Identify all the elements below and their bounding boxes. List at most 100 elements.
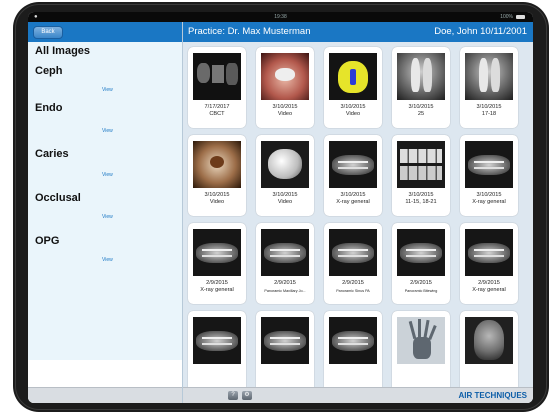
image-thumbnail xyxy=(261,53,309,100)
image-caption: Video xyxy=(345,111,361,117)
patient-info: Doe, John 10/11/2001 xyxy=(434,26,527,37)
status-time: 19:38 xyxy=(274,14,287,20)
category-endo[interactable]: Endo xyxy=(35,102,63,114)
image-thumbnail xyxy=(397,53,445,100)
image-caption: 11-15, 18-21 xyxy=(405,199,437,205)
image-caption: 17-18 xyxy=(481,111,497,117)
image-grid: 7/17/2017 CBCT 3/10/2015 Video 3/10/2015 Vide… xyxy=(183,42,533,388)
image-caption: X-ray general xyxy=(200,287,234,293)
image-date: 2/9/2015 xyxy=(478,280,500,286)
image-date: 3/10/2015 xyxy=(204,192,230,198)
image-tile[interactable]: 7/17/2017 CBCT xyxy=(188,47,246,128)
image-thumbnail xyxy=(193,229,241,276)
all-images-item[interactable]: All Images xyxy=(35,45,90,57)
view-ceph-link[interactable]: View xyxy=(102,87,113,93)
image-tile[interactable]: 3/10/2015 Video xyxy=(324,47,382,128)
image-tile[interactable]: 3/10/2015 Video xyxy=(256,135,314,216)
sidebar-footer xyxy=(28,387,182,403)
image-tile[interactable] xyxy=(392,311,450,388)
category-opg[interactable]: OPG xyxy=(35,235,59,247)
sidebar-header: Back xyxy=(28,22,182,42)
category-ceph[interactable]: Ceph xyxy=(35,65,63,77)
image-tile[interactable]: 2/9/2015 Panoramic Sinus PA xyxy=(324,223,382,304)
image-tile[interactable]: 3/10/2015 X-ray general xyxy=(460,135,518,216)
main-panel: Practice: Dr. Max Musterman Doe, John 10… xyxy=(183,22,533,403)
image-thumbnail xyxy=(193,317,241,364)
help-button[interactable]: ? xyxy=(228,391,238,400)
image-tile[interactable]: 3/10/2015 17-18 xyxy=(460,47,518,128)
status-bar: ● 19:38 100% xyxy=(28,12,533,22)
image-caption: Video xyxy=(277,199,293,205)
image-tile[interactable]: 3/10/2015 25 xyxy=(392,47,450,128)
category-caries[interactable]: Caries xyxy=(35,148,69,160)
image-date: 2/9/2015 xyxy=(342,280,364,286)
image-thumbnail xyxy=(397,229,445,276)
view-opg-link[interactable]: View xyxy=(102,257,113,263)
back-button[interactable]: Back xyxy=(33,26,63,39)
battery-indicator: 100% xyxy=(500,14,525,20)
logo-text-top: AIR xyxy=(458,391,473,400)
image-thumbnail xyxy=(465,229,513,276)
image-thumbnail xyxy=(465,53,513,100)
image-tile[interactable] xyxy=(460,311,518,388)
image-tile[interactable]: 2/9/2015 Panoramic Maxillary Jo... xyxy=(256,223,314,304)
image-thumbnail xyxy=(193,141,241,188)
image-thumbnail xyxy=(329,229,377,276)
image-date: 7/17/2017 xyxy=(204,104,230,110)
logo-text-bottom: TECHNIQUES xyxy=(474,391,527,400)
image-date: 3/10/2015 xyxy=(340,104,366,110)
image-date: 3/10/2015 xyxy=(272,192,298,198)
category-list: All Images Ceph View Endo View Caries Vi… xyxy=(28,42,182,360)
view-caries-link[interactable]: View xyxy=(102,172,113,178)
image-thumbnail xyxy=(193,53,241,100)
image-tile[interactable]: 3/10/2015 Video xyxy=(256,47,314,128)
image-caption: X-ray general xyxy=(472,199,506,205)
image-tile[interactable]: 3/10/2015 Video xyxy=(188,135,246,216)
image-tile[interactable]: 2/9/2015 X-ray general xyxy=(188,223,246,304)
view-endo-link[interactable]: View xyxy=(102,128,113,134)
image-date: 2/9/2015 xyxy=(274,280,296,286)
image-caption: X-ray general xyxy=(336,199,370,205)
wifi-icon: ● xyxy=(34,14,38,20)
image-tile[interactable] xyxy=(324,311,382,388)
image-thumbnail xyxy=(465,141,513,188)
image-thumbnail xyxy=(397,141,445,188)
practice-name: Practice: Dr. Max Musterman xyxy=(188,26,311,37)
battery-icon xyxy=(516,14,525,19)
view-occlusal-link[interactable]: View xyxy=(102,214,113,220)
image-caption: Panoramic Maxillary Jo... xyxy=(264,289,306,293)
image-tile[interactable] xyxy=(188,311,246,388)
image-tile[interactable]: 3/10/2015 X-ray general xyxy=(324,135,382,216)
image-tile[interactable]: 2/9/2015 Panoramic Bitewing xyxy=(392,223,450,304)
image-caption: Panoramic Sinus PA xyxy=(336,289,370,293)
category-occlusal[interactable]: Occlusal xyxy=(35,192,81,204)
image-caption: Panoramic Bitewing xyxy=(404,289,438,293)
image-thumbnail xyxy=(329,317,377,364)
settings-button[interactable]: ⚙ xyxy=(242,391,252,400)
image-thumbnail xyxy=(397,317,445,364)
main-header: Practice: Dr. Max Musterman Doe, John 10… xyxy=(183,22,533,42)
screen: ● 19:38 100% Back All Images Ceph View E… xyxy=(28,12,533,403)
image-caption: 25 xyxy=(417,111,425,117)
image-thumbnail xyxy=(465,317,513,364)
image-thumbnail xyxy=(261,317,309,364)
image-tile[interactable]: 3/10/2015 11-15, 18-21 xyxy=(392,135,450,216)
image-thumbnail xyxy=(261,229,309,276)
tablet-frame: ● 19:38 100% Back All Images Ceph View E… xyxy=(13,2,549,412)
image-thumbnail xyxy=(329,141,377,188)
image-date: 3/10/2015 xyxy=(340,192,366,198)
image-thumbnail xyxy=(261,141,309,188)
image-tile[interactable] xyxy=(256,311,314,388)
image-date: 3/10/2015 xyxy=(476,104,502,110)
image-caption: CBCT xyxy=(209,111,225,117)
image-date: 2/9/2015 xyxy=(206,280,228,286)
image-caption: Video xyxy=(209,199,225,205)
image-date: 2/9/2015 xyxy=(410,280,432,286)
image-tile[interactable]: 2/9/2015 X-ray general xyxy=(460,223,518,304)
image-caption: X-ray general xyxy=(472,287,506,293)
image-date: 3/10/2015 xyxy=(476,192,502,198)
air-techniques-logo: AIR TECHNIQUES xyxy=(459,389,527,402)
image-date: 3/10/2015 xyxy=(272,104,298,110)
image-caption: Video xyxy=(277,111,293,117)
main-footer: ? ⚙ AIR TECHNIQUES xyxy=(183,387,533,403)
